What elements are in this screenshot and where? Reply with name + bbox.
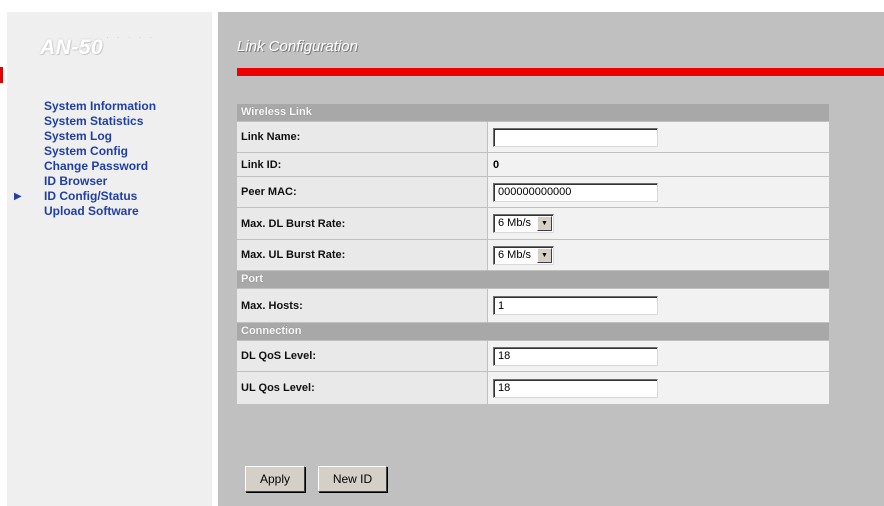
sidebar: AN-50 · · · · · System Information Syste…: [0, 12, 212, 506]
ul-qos-level-cell: [488, 372, 829, 404]
sidebar-nav: System Information System Statistics Sys…: [14, 99, 156, 219]
link-config-form: Wireless Link Link Name: Link ID: 0 Peer…: [237, 104, 829, 405]
sidebar-item-system-config[interactable]: System Config: [44, 144, 156, 159]
row-dl-burst-rate: Max. DL Burst Rate: 6 Mb/s ▼: [237, 208, 829, 239]
section-connection: Connection: [237, 323, 829, 340]
dl-qos-level-cell: [488, 341, 829, 371]
ul-burst-rate-selected: 6 Mb/s: [498, 248, 532, 261]
link-name-label: Link Name:: [237, 122, 487, 152]
link-name-cell: [488, 122, 829, 152]
ul-burst-rate-cell: 6 Mb/s ▼: [488, 240, 829, 270]
sidebar-item-id-config-status[interactable]: ID Config/Status: [44, 189, 156, 204]
section-port: Port: [237, 271, 829, 288]
sidebar-edge-marker: [0, 67, 3, 83]
row-ul-qos-level: UL Qos Level:: [237, 372, 829, 404]
ul-burst-rate-label: Max. UL Burst Rate:: [237, 240, 487, 270]
dl-qos-level-input[interactable]: [493, 346, 658, 366]
dl-burst-rate-selected: 6 Mb/s: [498, 217, 532, 229]
ul-burst-rate-select[interactable]: 6 Mb/s ▼: [493, 245, 554, 265]
apply-button[interactable]: Apply: [245, 466, 305, 492]
dropdown-arrow-icon[interactable]: ▼: [537, 247, 552, 263]
current-page-arrow-icon: ▶: [14, 191, 22, 202]
logo: AN-50: [40, 36, 104, 59]
dropdown-arrow-icon[interactable]: ▼: [537, 216, 552, 231]
link-name-input[interactable]: [493, 127, 658, 147]
dl-burst-rate-cell: 6 Mb/s ▼: [488, 208, 829, 239]
apply-button-label: Apply: [259, 472, 291, 486]
sidebar-item-id-browser[interactable]: ID Browser: [44, 174, 156, 189]
peer-mac-cell: [488, 177, 829, 207]
max-hosts-cell: [488, 289, 829, 322]
main-panel: Link Configuration Wireless Link Link Na…: [218, 12, 884, 506]
new-id-button[interactable]: New ID: [318, 466, 387, 492]
ul-qos-level-label: UL Qos Level:: [237, 372, 487, 404]
dl-qos-level-label: DL QoS Level:: [237, 341, 487, 371]
row-dl-qos-level: DL QoS Level:: [237, 341, 829, 371]
max-hosts-input[interactable]: [493, 296, 658, 315]
sidebar-item-change-password[interactable]: Change Password: [44, 159, 156, 174]
row-link-name: Link Name:: [237, 122, 829, 152]
title-underline: [237, 68, 884, 76]
sidebar-item-upload-software[interactable]: Upload Software: [44, 204, 156, 219]
page: AN-50 · · · · · System Information Syste…: [0, 0, 884, 506]
max-hosts-label: Max. Hosts:: [237, 289, 487, 322]
row-peer-mac: Peer MAC:: [237, 177, 829, 207]
row-ul-burst-rate: Max. UL Burst Rate: 6 Mb/s ▼: [237, 240, 829, 270]
link-id-label: Link ID:: [237, 153, 487, 176]
logo-dots: · · · · ·: [106, 33, 156, 42]
sidebar-item-system-information[interactable]: System Information: [44, 99, 156, 114]
section-wireless-link: Wireless Link: [237, 104, 829, 121]
sidebar-item-system-statistics[interactable]: System Statistics: [44, 114, 156, 129]
peer-mac-input[interactable]: [493, 182, 658, 202]
ul-qos-level-input[interactable]: [493, 378, 658, 398]
new-id-button-label: New ID: [332, 472, 373, 486]
link-id-value: 0: [488, 153, 829, 176]
peer-mac-label: Peer MAC:: [237, 177, 487, 207]
dl-burst-rate-label: Max. DL Burst Rate:: [237, 208, 487, 239]
dl-burst-rate-select[interactable]: 6 Mb/s ▼: [493, 214, 554, 233]
row-max-hosts: Max. Hosts:: [237, 289, 829, 322]
row-link-id: Link ID: 0: [237, 153, 829, 176]
page-title: Link Configuration: [237, 38, 358, 55]
sidebar-item-system-log[interactable]: System Log: [44, 129, 156, 144]
